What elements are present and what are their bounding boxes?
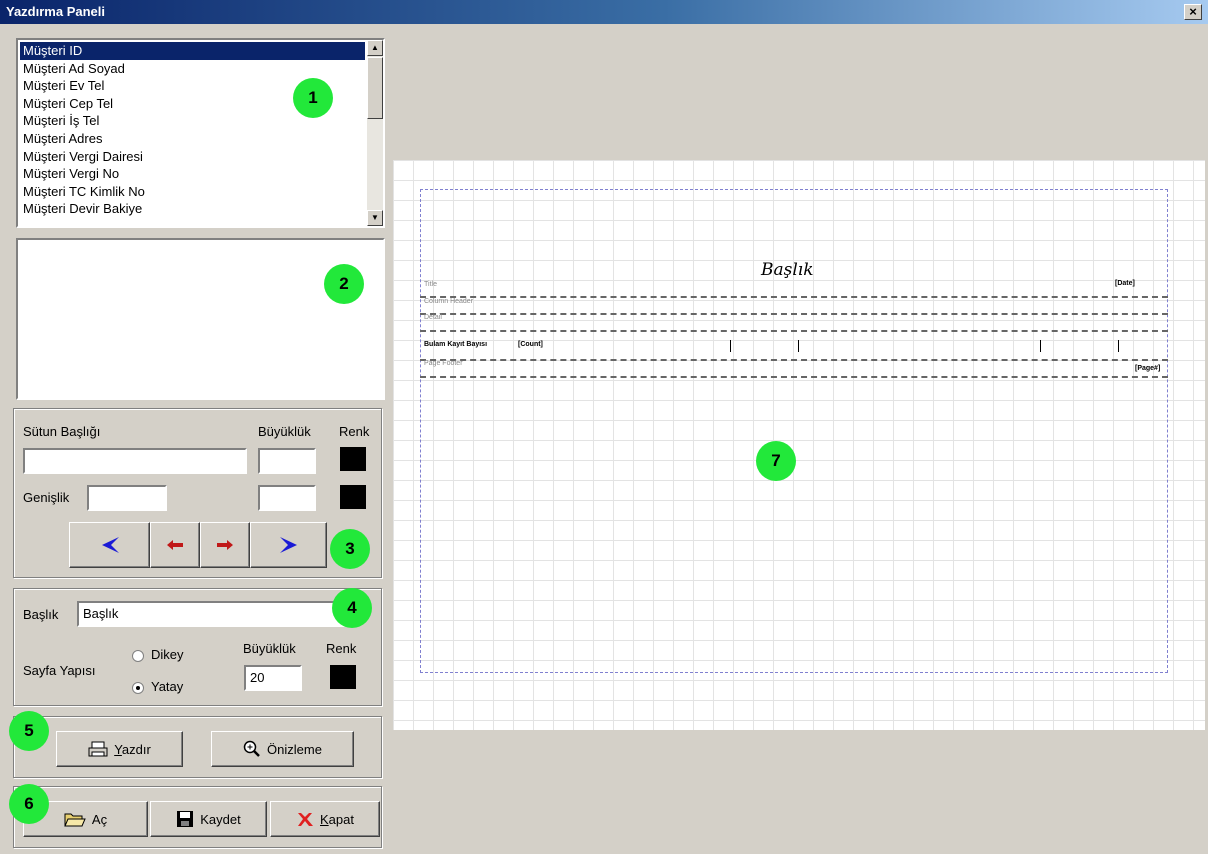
band-separator (420, 359, 1168, 361)
title-size-label: Büyüklük (243, 641, 296, 656)
column-size2-input[interactable] (258, 485, 316, 511)
print-hotkey: Y (114, 741, 122, 757)
field-list-item[interactable]: Müşteri ID (20, 42, 365, 60)
file-group: Aç Kaydet Kapat (13, 786, 382, 848)
scroll-thumb[interactable] (367, 57, 383, 119)
print-label-rest: azdır (121, 741, 151, 757)
column-width-label: Genişlik (23, 490, 70, 505)
window-title: Yazdırma Paneli (6, 4, 105, 19)
close-label: Kapat (320, 812, 354, 827)
portrait-radio[interactable] (132, 650, 144, 662)
column-color-swatch[interactable] (340, 447, 366, 471)
move-first-button[interactable] (69, 522, 150, 568)
scroll-down-arrow-icon[interactable]: ▼ (367, 210, 383, 226)
preview-label: Önizleme (267, 741, 322, 757)
title-color-swatch[interactable] (330, 665, 356, 689)
field-list-item[interactable]: Müşteri Vergi Dairesi (20, 148, 365, 166)
title-size-input[interactable]: 20 (244, 665, 302, 691)
field-list-item[interactable]: Müşteri Vergi No (20, 165, 365, 183)
title-color-label: Renk (326, 641, 357, 656)
small-right-arrow-icon (217, 540, 233, 550)
band-separator (420, 330, 1168, 332)
badge-2: 2 (324, 264, 364, 304)
field-list-item[interactable]: Müşteri Adres (20, 130, 365, 148)
field-list: Müşteri ID Müşteri Ad Soyad Müşteri Ev Tel… (20, 42, 365, 218)
preview-button[interactable]: Önizleme (211, 731, 354, 767)
portrait-label: Dikey (151, 647, 184, 662)
title-settings-group: Başlık Başlık Büyüklük Renk Dikey Sayfa … (13, 588, 382, 706)
date-field: [Date] (1115, 280, 1135, 287)
field-listbox[interactable]: Müşteri ID Müşteri Ad Soyad Müşteri Ev Tel… (16, 38, 385, 228)
column-header-band-label: Column Header (424, 298, 474, 305)
badge-4: 4 (332, 588, 372, 628)
landscape-radio[interactable] (132, 682, 144, 694)
badge-5: 5 (9, 711, 49, 751)
detail-band-label: Detail (424, 314, 442, 321)
column-width-input[interactable] (87, 485, 167, 511)
open-folder-icon (64, 813, 86, 827)
page-number-field: [Page#] (1135, 365, 1161, 372)
move-last-button[interactable] (250, 522, 327, 568)
column-color2-swatch[interactable] (340, 485, 366, 509)
field-list-scrollbar[interactable]: ▲ ▼ (367, 40, 383, 226)
report-designer-canvas[interactable]: Başlık Title [Date] Column Header Detail… (393, 160, 1205, 730)
page-footer-band-label: Page Footer (424, 360, 463, 367)
badge-7: 7 (756, 441, 796, 481)
big-right-arrow-icon (279, 537, 297, 553)
magnifier-icon (243, 740, 260, 757)
column-header-input[interactable] (23, 448, 247, 474)
field-list-item[interactable]: Müşteri TC Kimlik No (20, 183, 365, 201)
floppy-disk-icon (177, 811, 194, 827)
group-footer-text: Bulam Kayıt Bayısı (424, 341, 488, 348)
page-layout-label: Sayfa Yapısı (23, 663, 96, 678)
print-group: Yazdır Önizleme (13, 716, 382, 778)
red-x-icon (298, 813, 313, 826)
print-button[interactable]: Yazdır (56, 731, 183, 767)
scroll-up-arrow-icon[interactable]: ▲ (367, 40, 383, 56)
column-size-label: Büyüklük (258, 424, 311, 439)
open-label: Aç (91, 811, 108, 827)
band-separator (420, 296, 1168, 298)
field-list-item[interactable]: Müşteri Ad Soyad (20, 60, 365, 78)
badge-6: 6 (9, 784, 49, 824)
column-divider (1118, 340, 1119, 352)
close-label-rest: apat (328, 811, 354, 827)
save-button[interactable]: Kaydet (150, 801, 267, 837)
close-window-button[interactable]: × (1184, 4, 1202, 20)
window-titlebar: Yazdırma Paneli × (0, 0, 1208, 24)
title-band-label: Title (424, 281, 437, 288)
badge-3: 3 (330, 529, 370, 569)
title-label: Başlık (23, 607, 59, 622)
column-divider (798, 340, 799, 352)
column-color-label: Renk (339, 424, 370, 439)
close-hotkey: K (320, 811, 329, 827)
close-button[interactable]: Kapat (270, 801, 380, 837)
badge-1: 1 (293, 78, 333, 118)
move-right-button[interactable] (200, 522, 250, 568)
field-list-item[interactable]: Müşteri Devir Bakiye (20, 200, 365, 218)
column-size-input[interactable] (258, 448, 316, 474)
column-divider (1040, 340, 1041, 352)
big-left-arrow-icon (101, 537, 119, 553)
column-header-label: Sütun Başlığı (23, 424, 101, 439)
print-label: Yazdır (114, 742, 151, 757)
title-input[interactable]: Başlık (77, 601, 345, 627)
move-left-button[interactable] (150, 522, 200, 568)
landscape-label: Yatay (151, 679, 184, 694)
column-divider (730, 340, 731, 352)
report-heading: Başlık (761, 260, 814, 280)
column-settings-group: Sütun Başlığı Büyüklük Renk Genişlik (13, 408, 382, 578)
printer-icon (88, 741, 108, 757)
count-field: [Count] (518, 341, 543, 348)
save-label: Kaydet (200, 811, 241, 827)
band-separator (420, 376, 1168, 378)
selected-fields-memo[interactable] (16, 238, 385, 400)
band-separator (420, 313, 1168, 315)
small-left-arrow-icon (167, 540, 183, 550)
